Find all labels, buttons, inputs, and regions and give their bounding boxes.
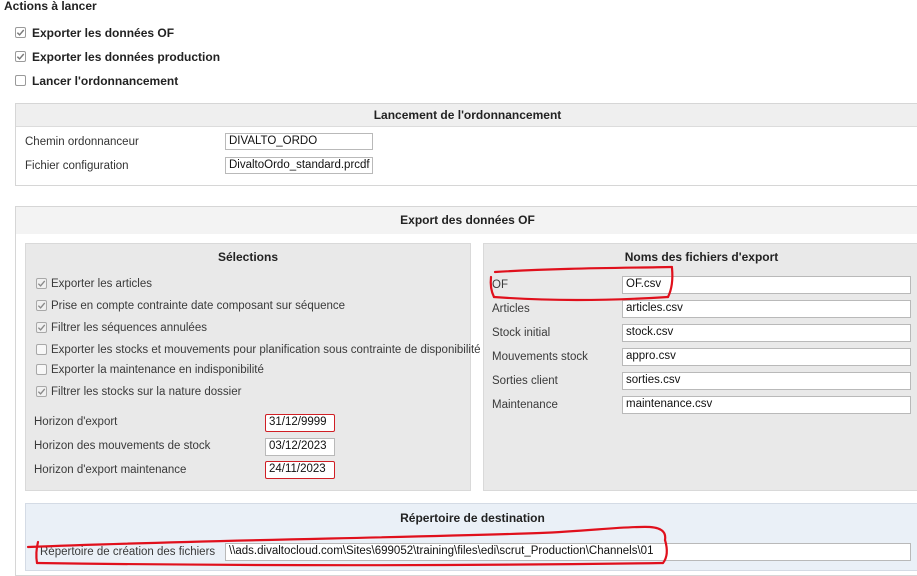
annotation-of-bottom-stroke: [492, 295, 670, 302]
annotation-overlay: [26, 265, 674, 567]
annotation-destination-left-stroke: [35, 540, 40, 565]
annotation-of-top-stroke: [493, 265, 674, 274]
annotation-destination-bottom-stroke: [35, 561, 665, 567]
annotation-of-left-stroke: [489, 275, 496, 299]
annotation-of-right-stroke: [666, 266, 674, 299]
annotation-destination-right-stroke: [661, 538, 668, 565]
annotation-destination-top-stroke: [26, 525, 667, 549]
